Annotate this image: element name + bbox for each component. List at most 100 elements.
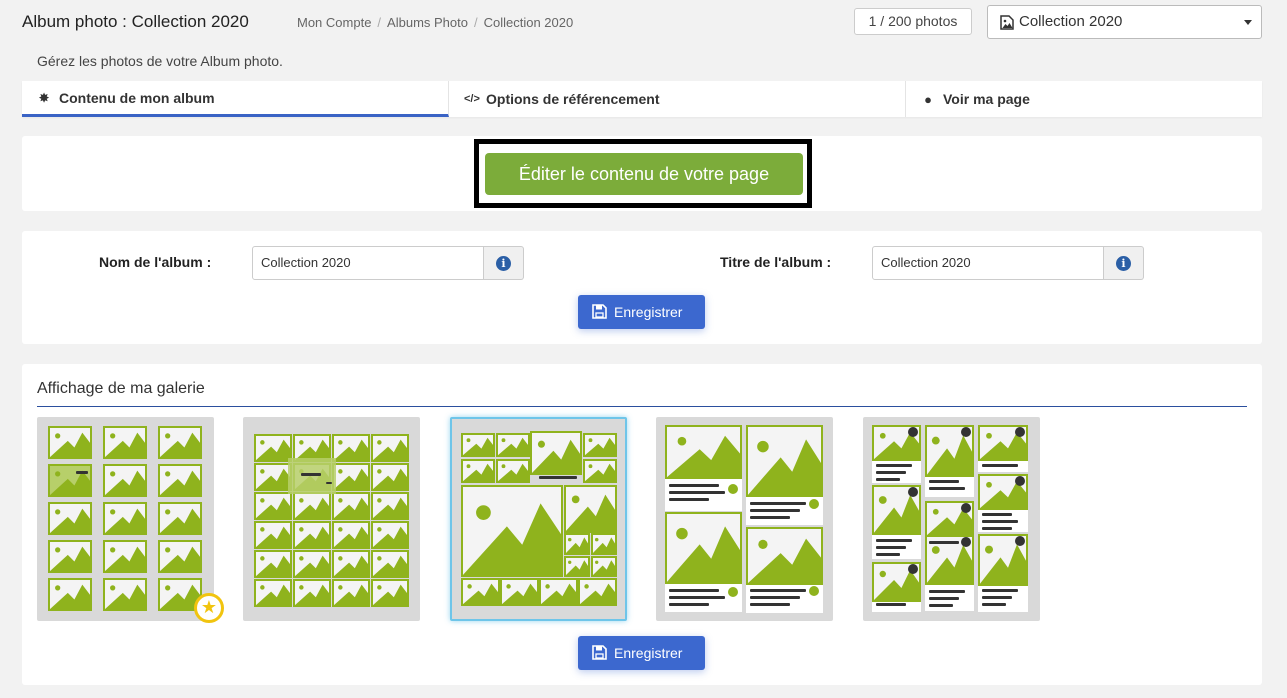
dot-marker: [961, 503, 971, 513]
image-icon: [1000, 15, 1014, 30]
breadcrumb: Mon Compte / Albums Photo / Collection 2…: [297, 15, 573, 30]
thumbnail-image: [332, 521, 370, 549]
thumbnail-image: [371, 521, 409, 549]
breadcrumb-separator: /: [377, 15, 382, 30]
save-label: Enregistrer: [614, 645, 683, 661]
text-line: [982, 527, 1012, 530]
album-select-value: Collection 2020: [1019, 13, 1123, 30]
text-line: [929, 590, 965, 593]
layout-mosaic-preview: [461, 431, 617, 606]
dot-marker: [1015, 427, 1025, 437]
text-line: [539, 476, 577, 479]
thumbnail-image: [48, 502, 92, 535]
text-line: [929, 541, 959, 544]
tab-label: Voir ma page: [943, 91, 1030, 107]
thumbnail-image: [103, 578, 147, 611]
text-line: [982, 596, 1012, 599]
album-select[interactable]: Collection 2020: [987, 5, 1262, 39]
text-line: [750, 596, 800, 599]
layout-cards-2-preview: [665, 425, 823, 613]
layout-grid-3-preview: [48, 426, 202, 611]
text-line: [669, 491, 725, 494]
tab-seo-options[interactable]: </> Options de référencement: [449, 81, 906, 117]
thumbnail-image: [461, 578, 500, 606]
gear-icon: ✸: [38, 90, 50, 105]
album-name-label: Nom de l'album :: [99, 254, 212, 270]
breadcrumb-item-albums[interactable]: Albums Photo: [387, 15, 468, 30]
layout-grid-4-preview: [254, 434, 409, 607]
album-name-input[interactable]: Collection 2020: [252, 246, 484, 280]
album-title-input[interactable]: Collection 2020: [872, 246, 1104, 280]
thumbnail-image: [332, 579, 370, 607]
thumbnail-image: [583, 433, 617, 457]
thumbnail-image: [293, 579, 331, 607]
thumbnail-image: [564, 533, 590, 555]
thumbnail-image: [293, 521, 331, 549]
floppy-disk-icon: [592, 645, 607, 660]
layout-option-grid-4-columns[interactable]: [243, 417, 420, 621]
thumbnail-image: [332, 434, 370, 462]
album-title-label: Titre de l'album :: [720, 254, 832, 270]
layout-option-cards-2-columns[interactable]: [656, 417, 833, 621]
layout-cards-3-preview: [872, 425, 1028, 612]
thumbnail-image: [461, 433, 495, 457]
edit-content-panel: Éditer le contenu de votre page: [22, 136, 1262, 211]
save-album-button[interactable]: Enregistrer: [578, 295, 705, 329]
tab-view-page[interactable]: ● Voir ma page: [906, 81, 1262, 117]
section-divider: [37, 406, 1247, 407]
globe-icon: ●: [924, 91, 932, 107]
text-line: [301, 473, 321, 476]
thumbnail-image: [746, 527, 823, 585]
thumbnail-image: [591, 556, 617, 577]
thumbnail-image: [158, 540, 202, 573]
breadcrumb-separator: /: [473, 15, 478, 30]
thumbnail-image: [530, 431, 582, 475]
thumbnail-image: [583, 459, 617, 483]
thumbnail-image: [539, 578, 578, 606]
thumbnail-image: [578, 578, 617, 606]
thumbnail-image: [371, 579, 409, 607]
album-settings-panel: Nom de l'album : Collection 2020 i Titre…: [22, 231, 1262, 344]
text-line: [750, 509, 800, 512]
text-line: [876, 471, 906, 474]
breadcrumb-item-account[interactable]: Mon Compte: [297, 15, 371, 30]
text-line: [876, 478, 900, 481]
dot-marker: [908, 427, 918, 437]
album-title-info-button[interactable]: i: [1104, 246, 1144, 280]
text-line: [750, 603, 790, 606]
dot-marker: [908, 564, 918, 574]
layout-option-mosaic[interactable]: [450, 417, 627, 621]
tab-album-content[interactable]: ✸ Contenu de mon album: [22, 81, 449, 117]
text-line: [876, 464, 912, 467]
info-icon: i: [1116, 256, 1131, 271]
text-line: [982, 589, 1018, 592]
text-line: [929, 604, 953, 607]
text-line: [750, 516, 790, 519]
dot-marker: [961, 427, 971, 437]
save-gallery-button[interactable]: Enregistrer: [578, 636, 705, 670]
text-line: [876, 553, 900, 556]
text-line: [876, 603, 906, 606]
text-line: [326, 482, 332, 484]
tab-label: Contenu de mon album: [59, 89, 215, 106]
text-line: [876, 546, 906, 549]
thumbnail-image: [254, 434, 292, 462]
thumbnail-image: [371, 550, 409, 578]
thumbnail-image: [496, 459, 530, 483]
dot-marker: [908, 487, 918, 497]
thumbnail-image: [254, 492, 292, 520]
star-icon: ★: [194, 593, 224, 623]
tab-label: Options de référencement: [486, 91, 660, 107]
album-name-info-button[interactable]: i: [484, 246, 524, 280]
thumbnail-image: [103, 502, 147, 535]
thumbnail-image: [254, 463, 292, 491]
layout-option-grid-3-columns[interactable]: ★: [37, 417, 224, 623]
text-line: [750, 502, 806, 505]
thumbnail-image: [48, 540, 92, 573]
edit-page-content-button[interactable]: Éditer le contenu de votre page: [485, 153, 803, 195]
thumbnail-image: [254, 579, 292, 607]
text-line: [669, 596, 725, 599]
thumbnail-image: [158, 426, 202, 459]
layout-option-cards-3-columns[interactable]: [863, 417, 1040, 621]
dot-marker: [728, 484, 738, 494]
